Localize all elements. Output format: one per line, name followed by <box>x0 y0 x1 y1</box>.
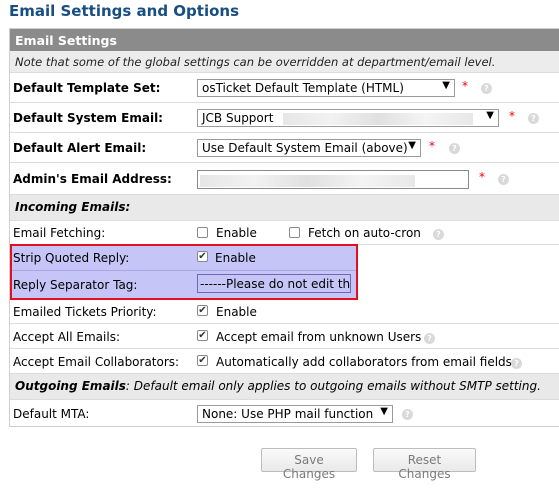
collaborators-option-label: Automatically add collaborators from ema… <box>216 355 512 369</box>
strip-quoted-enable-label: Enable <box>215 251 256 265</box>
alert-email-select[interactable]: Use Default System Email (above) ▼ <box>197 139 421 157</box>
collaborators-checkbox[interactable]: ✔ <box>197 355 208 366</box>
section-header: Email Settings <box>10 29 559 51</box>
system-email-value: JCB Support <box>202 111 274 125</box>
email-fetching-row: Email Fetching: Enable Fetch on auto-cro… <box>10 221 559 245</box>
help-circle-icon[interactable]: ? <box>498 174 509 185</box>
save-changes-button[interactable]: Save Changes <box>261 448 357 481</box>
section-note: Note that some of the global settings ca… <box>10 51 559 73</box>
chevron-down-icon: ▼ <box>408 140 416 151</box>
help-circle-icon[interactable]: ? <box>528 113 539 124</box>
highlighted-settings-box: Strip Quoted Reply: ✔ Enable Reply Separ… <box>10 244 358 300</box>
mta-select[interactable]: None: Use PHP mail function ▼ <box>197 405 393 423</box>
chevron-down-icon: ▼ <box>380 406 388 417</box>
template-set-row: Default Template Set: osTicket Default T… <box>10 73 559 103</box>
alert-email-value: Use Default System Email (above) <box>202 141 408 155</box>
tickets-priority-enable-label: Enable <box>216 305 257 319</box>
outgoing-title: Outgoing Emails <box>15 379 126 393</box>
template-set-value: osTicket Default Template (HTML) <box>202 81 404 95</box>
admin-email-input[interactable] <box>197 170 469 189</box>
accept-all-checkbox[interactable]: ✔ <box>197 330 208 341</box>
enable-fetching-checkbox[interactable] <box>197 227 208 238</box>
collaborators-row: Accept Email Collaborators: ✔ Automatica… <box>10 349 559 374</box>
incoming-subheader: Incoming Emails: <box>10 195 559 221</box>
help-circle-icon[interactable]: ? <box>424 333 435 344</box>
help-circle-icon[interactable]: ? <box>511 358 522 369</box>
auto-cron-label: Fetch on auto-cron <box>308 226 421 240</box>
outgoing-note: : Default email only applies to outgoing… <box>125 379 541 393</box>
enable-fetching-label: Enable <box>216 226 257 240</box>
redacted-area <box>283 112 474 125</box>
mta-label: Default MTA: <box>13 407 90 421</box>
accept-all-option-label: Accept email from unknown Users <box>216 330 422 344</box>
incoming-title: Incoming Emails: <box>15 200 131 214</box>
auto-cron-checkbox[interactable] <box>289 227 300 238</box>
mta-value: None: Use PHP mail function <box>202 407 374 421</box>
strip-quoted-checkbox[interactable]: ✔ <box>197 251 208 262</box>
accept-all-row: Accept All Emails: ✔ Accept email from u… <box>10 324 559 349</box>
reply-separator-input[interactable]: ------Please do not edit the <box>197 274 351 293</box>
alert-email-label: Default Alert Email: <box>13 141 147 155</box>
reply-separator-label: Reply Separator Tag: <box>13 278 138 292</box>
tickets-priority-checkbox[interactable]: ✔ <box>197 305 208 316</box>
help-circle-icon[interactable]: ? <box>481 83 492 94</box>
admin-email-label: Admin's Email Address: <box>13 172 172 186</box>
reply-separator-value: ------Please do not edit the <box>200 277 351 291</box>
system-email-row: Default System Email: JCB Support ▼ * ? <box>10 103 559 133</box>
required-marker: * <box>429 139 435 153</box>
required-marker: * <box>462 79 468 93</box>
tickets-priority-row: Emailed Tickets Priority: ✔ Enable <box>10 300 559 324</box>
email-fetching-label: Email Fetching: <box>13 226 106 240</box>
page-title: Email Settings and Options <box>9 2 240 20</box>
email-settings-panel-lower: Emailed Tickets Priority: ✔ Enable Accep… <box>9 300 559 427</box>
admin-email-row: Admin's Email Address: * ? <box>10 163 559 195</box>
tickets-priority-label: Emailed Tickets Priority: <box>13 305 157 319</box>
accept-all-label: Accept All Emails: <box>13 330 120 344</box>
redacted-area <box>200 174 415 187</box>
template-set-select[interactable]: osTicket Default Template (HTML) ▼ <box>197 79 455 97</box>
mta-row: Default MTA: None: Use PHP mail function… <box>10 400 559 426</box>
divider <box>12 270 356 271</box>
alert-email-row: Default Alert Email: Use Default System … <box>10 133 559 163</box>
reset-changes-button[interactable]: Reset Changes <box>373 448 476 481</box>
chevron-down-icon: ▼ <box>486 110 494 121</box>
system-email-select[interactable]: JCB Support ▼ <box>197 109 499 127</box>
system-email-label: Default System Email: <box>13 111 163 125</box>
help-circle-icon[interactable]: ? <box>449 143 460 154</box>
required-marker: * <box>479 170 485 184</box>
chevron-down-icon: ▼ <box>442 80 450 91</box>
outgoing-subheader: Outgoing Emails: Default email only appl… <box>10 374 559 400</box>
strip-quoted-label: Strip Quoted Reply: <box>13 251 130 265</box>
help-circle-icon[interactable]: ? <box>402 409 413 420</box>
template-set-label: Default Template Set: <box>13 81 161 95</box>
help-circle-icon[interactable]: ? <box>433 229 444 240</box>
collaborators-label: Accept Email Collaborators: <box>13 355 180 369</box>
required-marker: * <box>509 109 515 123</box>
